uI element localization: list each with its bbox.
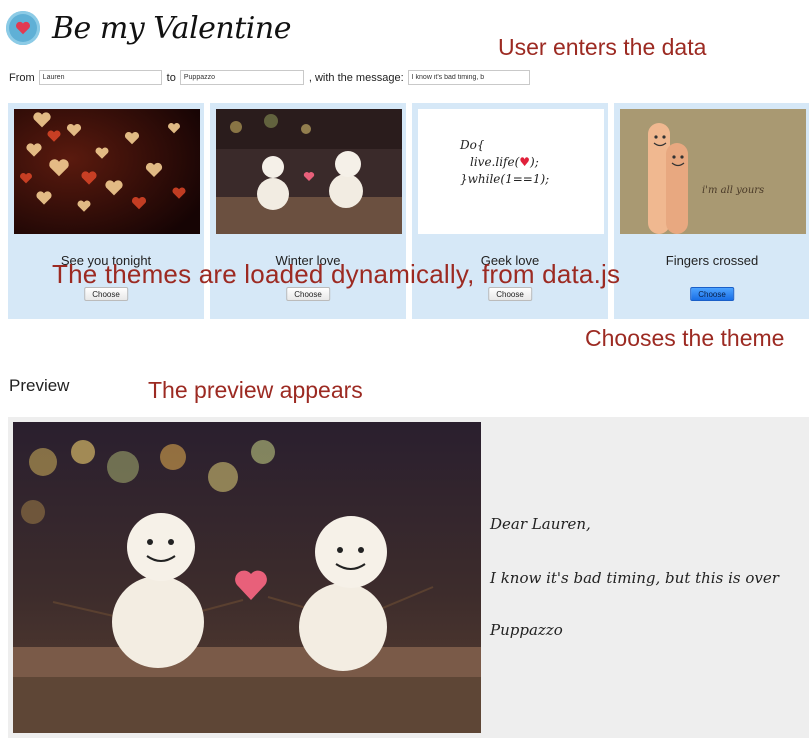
preview-heading: Preview <box>9 376 70 395</box>
fingers-caption: i'm all yours <box>702 185 765 196</box>
choose-button-fingers-crossed[interactable]: Choose <box>690 287 734 301</box>
theme-image-fingers: i'm all yours <box>620 109 806 234</box>
annotation-chooses-theme: Chooses the theme <box>585 325 785 351</box>
letter-greeting: Dear Lauren, <box>490 515 591 533</box>
preview-image-snowmen <box>13 422 481 733</box>
theme-card-fingers-crossed[interactable]: i'm all yours Fingers crossed Choose <box>614 103 809 319</box>
message-input[interactable] <box>407 70 530 85</box>
to-label: to <box>166 71 176 84</box>
message-form: From to , with the message: <box>9 70 530 85</box>
theme-image-geek-code: Do{ live.life(♥); }while(1==1); <box>418 109 604 234</box>
theme-image-snowmen <box>216 109 402 234</box>
app-title: Be my Valentine <box>52 10 291 46</box>
theme-image-bokeh-hearts <box>14 109 200 234</box>
geek-code-line-1: Do{ <box>460 138 485 152</box>
annotation-preview-appears: The preview appears <box>148 377 363 403</box>
letter-message: I know it's bad timing, but this is over <box>490 569 779 587</box>
app-header: Be my Valentine <box>6 6 291 50</box>
heart-icon: ♥ <box>519 155 531 169</box>
geek-code-line-2: live.life(♥); <box>470 155 539 169</box>
preview-panel: Dear Lauren, I know it's bad timing, but… <box>8 417 809 738</box>
annotation-user-enters: User enters the data <box>498 34 707 60</box>
geek-code-line-3: }while(1==1); <box>460 172 550 186</box>
message-label: , with the message: <box>308 71 404 84</box>
from-input[interactable] <box>38 70 162 85</box>
heart-icon <box>6 11 40 45</box>
annotation-themes-loaded: The themes are loaded dynamically, from … <box>52 259 621 289</box>
from-label: From <box>9 71 35 84</box>
letter-signature: Puppazzo <box>490 621 563 639</box>
theme-label: Fingers crossed <box>665 253 759 268</box>
to-input[interactable] <box>179 70 304 85</box>
